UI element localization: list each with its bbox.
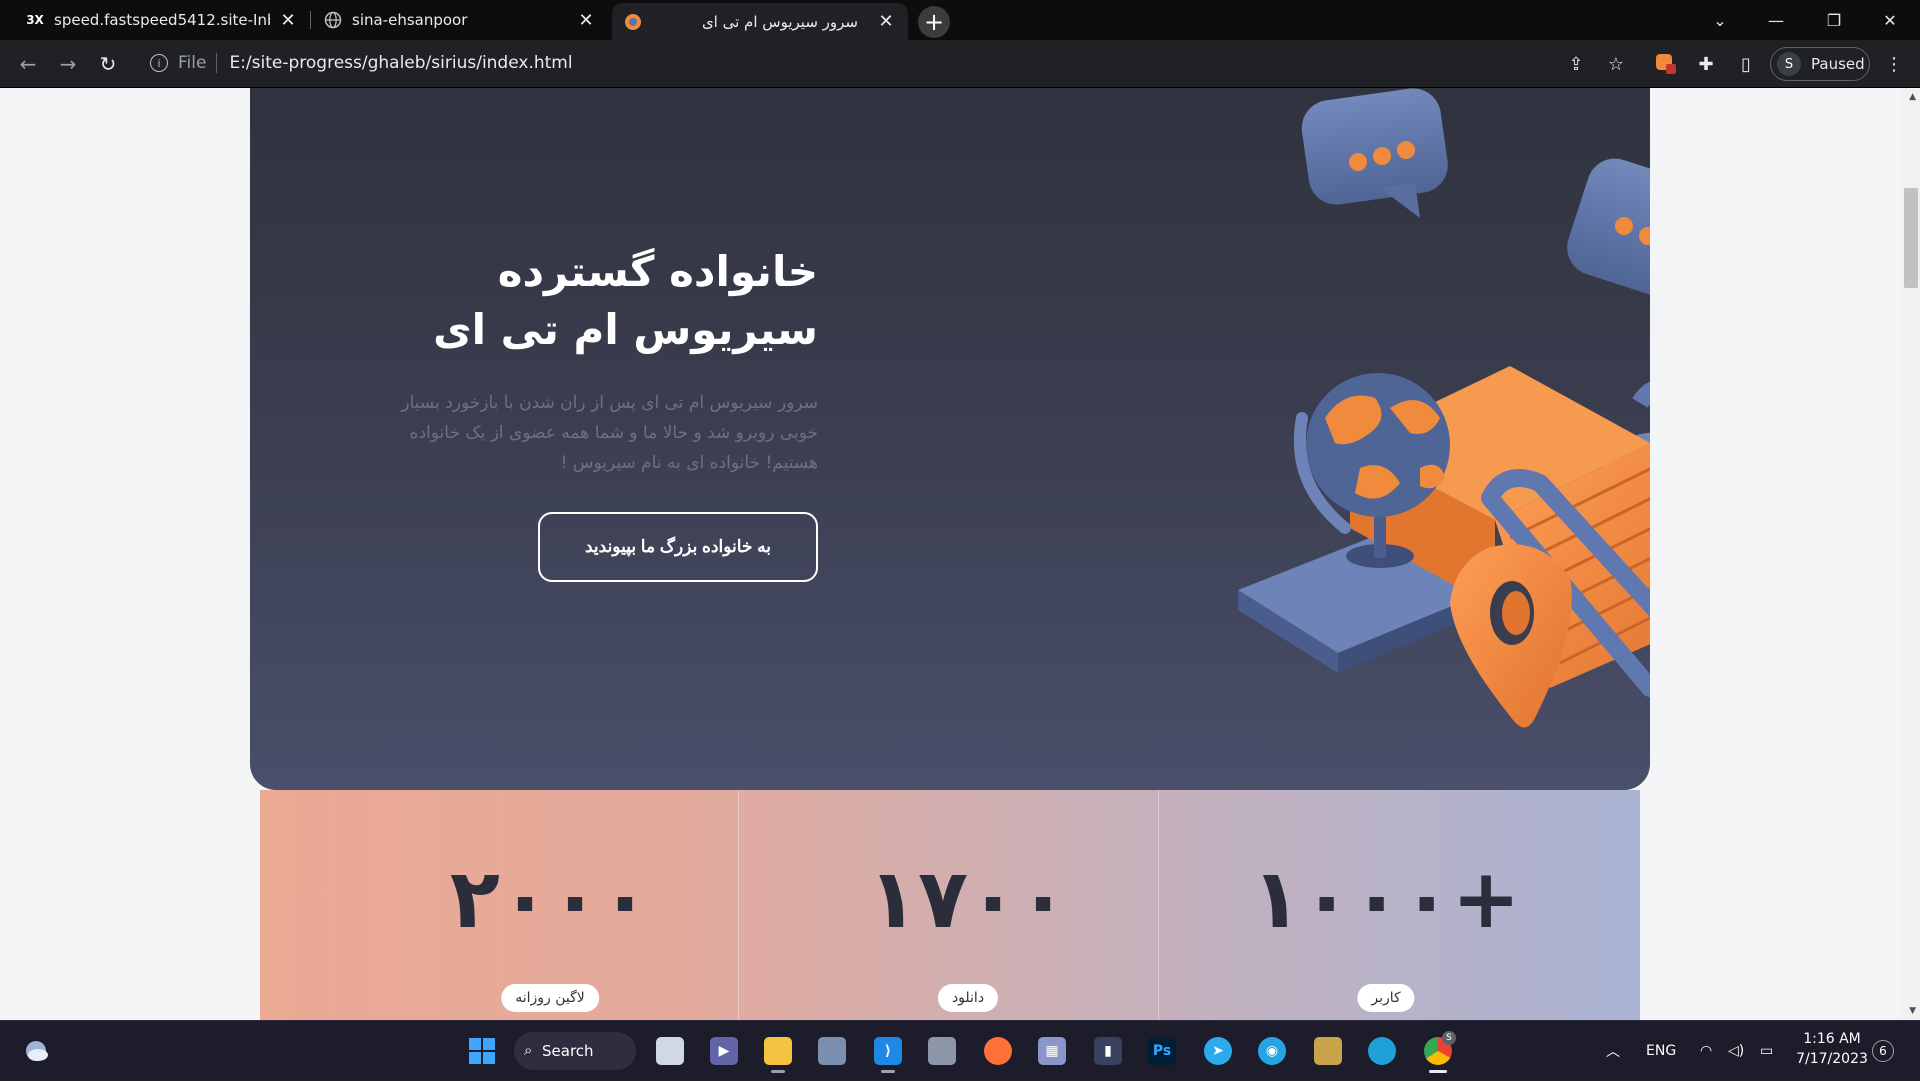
language-indicator[interactable]: ENG bbox=[1646, 1021, 1676, 1081]
photoshop-icon[interactable]: Ps bbox=[1142, 1031, 1182, 1071]
extension-orange-icon[interactable] bbox=[1652, 50, 1680, 78]
chrome-profile-badge: S bbox=[1442, 1031, 1456, 1045]
close-icon[interactable]: ✕ bbox=[876, 11, 896, 32]
close-icon[interactable]: ✕ bbox=[278, 10, 298, 31]
hero-section: خانواده گسترده سیریوس ام تی ای سرور سیری… bbox=[250, 88, 1650, 790]
volume-icon[interactable]: ◁) bbox=[1728, 1021, 1744, 1081]
tab-strip: 3X speed.fastspeed5412.site-Inboun ✕ sin… bbox=[0, 0, 1920, 40]
tab-title: sina-ehsanpoor bbox=[352, 11, 468, 29]
window-close-button[interactable]: ✕ bbox=[1862, 0, 1918, 40]
url-text[interactable]: E:/site-progress/ghaleb/sirius/index.htm… bbox=[229, 53, 572, 73]
site-favicon-icon bbox=[624, 13, 642, 31]
scroll-up-arrow-icon[interactable]: ▲ bbox=[1909, 92, 1916, 102]
stat-label: لاگین روزانه bbox=[501, 984, 599, 1012]
telegram-icon[interactable]: ➤ bbox=[1198, 1031, 1238, 1071]
join-family-button[interactable]: به خانواده بزرگ ما بپیوندید bbox=[538, 512, 818, 582]
bookmark-star-icon[interactable]: ☆ bbox=[1602, 50, 1630, 78]
divider bbox=[1158, 790, 1159, 1020]
hero-title-line1: خانواده گسترده bbox=[497, 247, 818, 296]
tab-title: سرور سیریوس ام تی ای bbox=[701, 12, 858, 31]
divider bbox=[216, 53, 218, 73]
scheme-label: File bbox=[178, 53, 207, 73]
profile-status: Paused bbox=[1811, 55, 1865, 73]
start-windows-icon[interactable] bbox=[462, 1031, 502, 1071]
calculator-icon[interactable]: ▦ bbox=[1032, 1031, 1072, 1071]
network-tool-icon[interactable] bbox=[922, 1031, 962, 1071]
minimize-button[interactable]: — bbox=[1748, 0, 1804, 40]
hero-title: خانواده گسترده سیریوس ام تی ای bbox=[398, 243, 818, 359]
search-label: Search bbox=[542, 1042, 594, 1060]
restore-button[interactable]: ❐ bbox=[1806, 0, 1862, 40]
clock[interactable]: 1:16 AM 7/17/2023 bbox=[1796, 1029, 1868, 1069]
tab-favicon-3x: 3X bbox=[26, 13, 44, 27]
firefox-icon[interactable] bbox=[978, 1031, 1018, 1071]
profile-button[interactable]: S Paused bbox=[1770, 47, 1870, 81]
stat-label: کاربر bbox=[1357, 984, 1415, 1012]
scroll-down-arrow-icon[interactable]: ▼ bbox=[1909, 1006, 1916, 1016]
vscode-icon[interactable]: ⟩ bbox=[868, 1031, 908, 1073]
page-viewport: خانواده گسترده سیریوس ام تی ای سرور سیری… bbox=[0, 88, 1920, 1020]
battery-icon[interactable]: ▭ bbox=[1760, 1021, 1773, 1081]
taskbar-search-button[interactable]: ⌕ Search bbox=[514, 1032, 636, 1070]
avatar: S bbox=[1777, 52, 1801, 76]
reload-button[interactable]: ↻ bbox=[92, 48, 124, 80]
file-explorer-icon[interactable] bbox=[758, 1031, 798, 1073]
windows-taskbar: ⌕ Search ▶ ⟩ ▦ ▮ Ps ➤ ◉ S ︿ ENG ◠ ◁) ▭ 1… bbox=[0, 1020, 1920, 1080]
clock-time: 1:16 AM bbox=[1803, 1031, 1861, 1047]
image-viewer-icon[interactable] bbox=[1308, 1031, 1348, 1071]
tab-search-chevron-icon[interactable]: ⌄ bbox=[1692, 0, 1748, 40]
stat-daily-login: ۲۰۰۰ لاگین روزانه bbox=[340, 790, 760, 1020]
stat-value: ۱۷۰۰ bbox=[867, 852, 1069, 947]
stat-value: +۱۰۰۰ bbox=[1251, 852, 1521, 947]
chrome-icon[interactable]: S bbox=[1418, 1031, 1458, 1073]
maps-pin-icon[interactable]: ◉ bbox=[1252, 1031, 1292, 1071]
divider bbox=[738, 790, 739, 1020]
side-panel-icon[interactable]: ▯ bbox=[1732, 50, 1760, 78]
tab-sirius-active[interactable]: سرور سیریوس ام تی ای ✕ bbox=[612, 3, 908, 40]
hero-title-line2: سیریوس ام تی ای bbox=[433, 305, 818, 354]
task-view-icon[interactable] bbox=[650, 1031, 690, 1071]
hero-description: سرور سیریوس ام تی ای پس از ران شدن با با… bbox=[401, 393, 818, 473]
globe-icon bbox=[324, 11, 342, 29]
analytics-icon[interactable]: ▮ bbox=[1088, 1031, 1128, 1071]
notification-badge[interactable]: 6 bbox=[1872, 1040, 1894, 1062]
teams-chat-icon[interactable]: ▶ bbox=[704, 1031, 744, 1071]
forward-button[interactable]: → bbox=[52, 48, 84, 80]
weather-widget-icon[interactable] bbox=[16, 1031, 56, 1071]
page-scrollbar[interactable]: ▲ ▼ bbox=[1902, 88, 1920, 1020]
tray-overflow-chevron-icon[interactable]: ︿ bbox=[1606, 1021, 1620, 1081]
menu-kebab-icon[interactable]: ⋮ bbox=[1880, 50, 1908, 78]
scroll-thumb[interactable] bbox=[1904, 188, 1918, 288]
stats-section: ۲۰۰۰ لاگین روزانه ۱۷۰۰ دانلود +۱۰۰۰ کارب… bbox=[260, 790, 1640, 1020]
stat-users: +۱۰۰۰ کاربر bbox=[1176, 790, 1596, 1020]
wifi-icon[interactable]: ◠ bbox=[1700, 1021, 1712, 1081]
tab-sina-ehsanpoor[interactable]: sina-ehsanpoor ✕ bbox=[312, 0, 608, 40]
tab-title: speed.fastspeed5412.site-Inboun bbox=[54, 11, 270, 29]
stat-label: دانلود bbox=[937, 984, 999, 1012]
new-tab-button[interactable]: + bbox=[918, 6, 950, 38]
remote-desktop-icon[interactable] bbox=[812, 1031, 852, 1071]
browser-toolbar: ← → ↻ i File E:/site-progress/ghaleb/sir… bbox=[0, 40, 1920, 88]
hero-illustration bbox=[1238, 88, 1650, 728]
clock-date: 7/17/2023 bbox=[1796, 1051, 1868, 1067]
stat-downloads: ۱۷۰۰ دانلود bbox=[758, 790, 1178, 1020]
close-icon[interactable]: ✕ bbox=[576, 10, 596, 31]
info-icon[interactable]: i bbox=[150, 54, 168, 72]
chat-bubble-icon bbox=[1567, 158, 1650, 302]
tab-separator bbox=[310, 11, 311, 29]
back-button[interactable]: ← bbox=[12, 48, 44, 80]
edge-icon[interactable] bbox=[1362, 1031, 1402, 1071]
location-pin-icon bbox=[1450, 544, 1572, 728]
tab-fastspeed[interactable]: 3X speed.fastspeed5412.site-Inboun ✕ bbox=[14, 0, 310, 40]
stat-value: ۲۰۰۰ bbox=[449, 852, 651, 947]
address-bar[interactable]: i File E:/site-progress/ghaleb/sirius/in… bbox=[136, 45, 1616, 81]
share-icon[interactable]: ⇪ bbox=[1562, 50, 1590, 78]
chat-bubble-icon bbox=[1301, 88, 1448, 218]
extensions-puzzle-icon[interactable]: ✚ bbox=[1692, 50, 1720, 78]
search-icon: ⌕ bbox=[524, 1041, 533, 1059]
